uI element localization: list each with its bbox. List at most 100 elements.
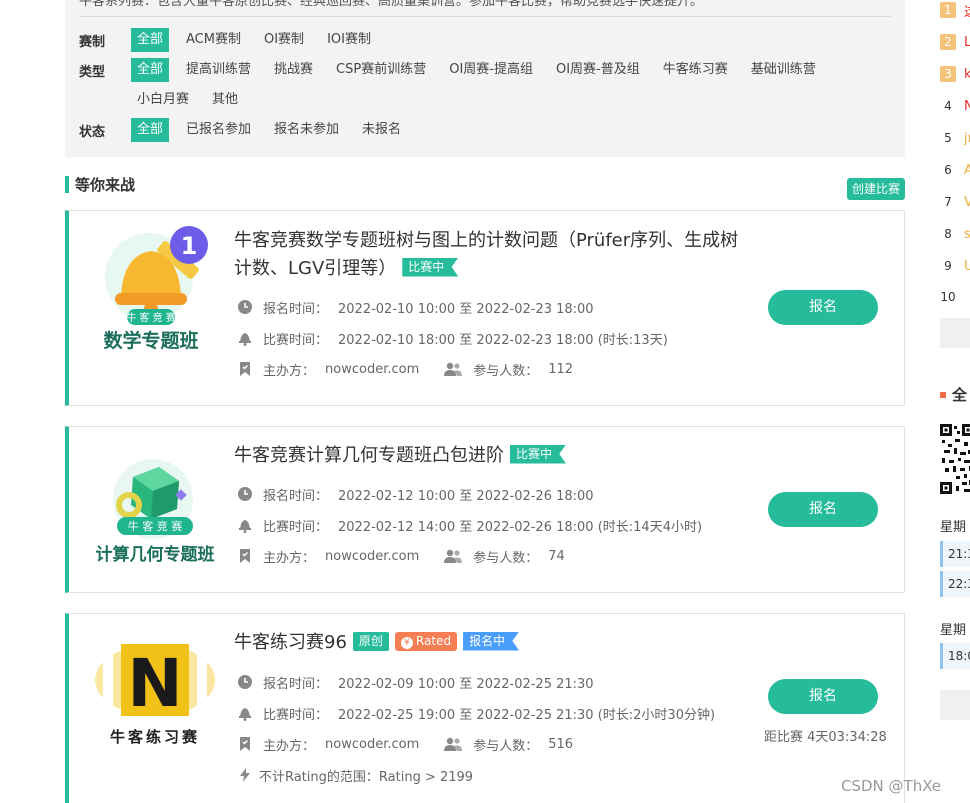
clock-icon bbox=[238, 675, 252, 689]
rank-name[interactable]: s bbox=[964, 227, 970, 242]
view-more-button[interactable] bbox=[940, 318, 970, 348]
contest-title-text[interactable]: 牛客竞赛数学专题班树与图上的计数问题（Prüfer序列、生成树计数、LGV引理等… bbox=[234, 230, 738, 279]
rank-name[interactable]: V bbox=[964, 195, 970, 210]
host-label: 主办方： bbox=[263, 738, 316, 754]
rank-number: 9 bbox=[944, 259, 952, 273]
participants: 参与人数： 112 bbox=[443, 360, 573, 379]
create-contest-button[interactable]: 创建比赛 bbox=[846, 178, 905, 200]
rank-item[interactable]: 3k bbox=[940, 64, 970, 84]
filter-option-oi-weekly-basic[interactable]: OI周赛-普及组 bbox=[550, 58, 646, 82]
filter-option-acm[interactable]: ACM赛制 bbox=[180, 28, 247, 52]
right-sidebar: 1这 2L 3k 4N 5jı 6A 7V 8s 9U 10 全 星期 21:3… bbox=[935, 0, 970, 803]
filter-option-other[interactable]: 其他 bbox=[206, 88, 244, 112]
qr-code-icon bbox=[940, 424, 970, 494]
contest-title[interactable]: 牛客竞赛计算几何专题班凸包进阶 比赛中 bbox=[234, 442, 754, 470]
contest-card: 牛 客 竞 赛 计算几何专题班 牛客竞赛计算几何专题班凸包进阶 比赛中 报名时间：… bbox=[65, 426, 905, 593]
filter-option-registered-joined[interactable]: 已报名参加 bbox=[180, 118, 257, 142]
participants-value: 74 bbox=[548, 548, 565, 564]
filter-option-all[interactable]: 全部 bbox=[131, 28, 170, 52]
filter-option-beginner-monthly[interactable]: 小白月赛 bbox=[131, 88, 195, 112]
filter-option-oi[interactable]: OI赛制 bbox=[258, 28, 310, 52]
filter-intro: 牛客系列赛：包含大量牛客原创比赛、经典巡回赛、高质量集训营。参加牛客比赛，帮助竞… bbox=[79, 0, 891, 17]
rank-item[interactable]: 2L bbox=[940, 32, 970, 52]
register-button[interactable]: 报名 bbox=[768, 290, 878, 325]
host-value[interactable]: nowcoder.com bbox=[325, 737, 419, 752]
rated-badge-label: Rated bbox=[415, 633, 452, 648]
logo-bottom-text: 牛客练习赛 bbox=[110, 728, 200, 746]
section-accent-bar bbox=[65, 176, 69, 193]
schedule-item[interactable]: 21:3 bbox=[940, 541, 970, 567]
rank-item[interactable]: 4N bbox=[940, 96, 970, 116]
rank-name[interactable]: k bbox=[964, 67, 970, 82]
host-value[interactable]: nowcoder.com bbox=[325, 362, 419, 377]
users-icon bbox=[444, 737, 463, 751]
rank-name[interactable]: jı bbox=[964, 131, 970, 146]
participants: 参与人数： 516 bbox=[443, 735, 573, 754]
clock-icon bbox=[238, 487, 252, 501]
filter-option-csp-camp[interactable]: CSP赛前训练营 bbox=[330, 58, 432, 82]
rank-name[interactable]: 这 bbox=[964, 1, 970, 20]
filter-option-all[interactable]: 全部 bbox=[131, 118, 170, 142]
bell-icon: 1 牛 客 竞 赛 数学专题班 bbox=[103, 226, 208, 352]
rank-item[interactable]: 1这 bbox=[940, 0, 970, 20]
register-button[interactable]: 报名 bbox=[768, 492, 878, 527]
rating-range-row: 不计Rating的范围：Rating > 2199 bbox=[237, 765, 473, 785]
rank-item[interactable]: 8s bbox=[940, 224, 970, 244]
participants-value: 112 bbox=[548, 361, 574, 377]
contest-title[interactable]: 牛客练习赛96 原创 ¥ Rated 报名中 bbox=[234, 629, 754, 657]
rank-name[interactable]: U bbox=[964, 259, 970, 274]
contest-time-label: 比赛时间： bbox=[263, 332, 329, 348]
filter-panel: 牛客系列赛：包含大量牛客原创比赛、经典巡回赛、高质量集训营。参加牛客比赛，帮助竞… bbox=[65, 0, 905, 157]
filter-label: 赛制 bbox=[79, 34, 106, 50]
rank-name[interactable]: L bbox=[964, 35, 970, 50]
rank-number: 10 bbox=[940, 290, 956, 304]
contest-title-text[interactable]: 牛客竞赛计算几何专题班凸包进阶 bbox=[234, 445, 504, 466]
rank-item[interactable]: 9U bbox=[940, 256, 970, 276]
rated-badge: ¥ Rated bbox=[394, 631, 458, 651]
participants-label: 参与人数： bbox=[473, 738, 539, 754]
contest-title[interactable]: 牛客竞赛数学专题班树与图上的计数问题（Prüfer序列、生成树计数、LGV引理等… bbox=[234, 227, 754, 283]
filter-row-format: 赛制 全部 ACM赛制 OI赛制 IOI赛制 bbox=[79, 28, 388, 52]
rank-item[interactable]: 5 jı bbox=[940, 128, 970, 148]
contest-time-value: 2022-02-25 19:00 至 2022-02-25 21:30 (时长:… bbox=[338, 707, 716, 723]
rank-number: 8 bbox=[944, 227, 952, 241]
contest-logo-practice[interactable]: N 牛客练习赛 bbox=[93, 640, 217, 770]
rank-name[interactable]: N bbox=[964, 99, 970, 114]
contest-time-row: 比赛时间： 2022-02-12 14:00 至 2022-02-26 18:0… bbox=[237, 515, 702, 535]
logo-bottom-text: 数学专题班 bbox=[103, 329, 198, 352]
rated-yen-icon: ¥ bbox=[400, 636, 413, 649]
filter-option-challenge[interactable]: 挑战赛 bbox=[268, 58, 319, 82]
rank-name[interactable]: A bbox=[964, 163, 970, 178]
schedule-item[interactable]: 22:3 bbox=[940, 571, 970, 597]
contest-logo-math[interactable]: 1 牛 客 竞 赛 数学专题班 bbox=[93, 223, 217, 353]
host-label: 主办方： bbox=[263, 363, 316, 379]
host-label: 主办方： bbox=[263, 550, 316, 566]
filter-option-ioi[interactable]: IOI赛制 bbox=[321, 28, 377, 52]
bookmark-icon bbox=[240, 549, 250, 563]
filter-option-oi-weekly-adv[interactable]: OI周赛-提高组 bbox=[443, 58, 539, 82]
filter-option-advanced-camp[interactable]: 提高训练营 bbox=[180, 58, 257, 82]
filter-option-practice[interactable]: 牛客练习赛 bbox=[657, 58, 734, 82]
signup-time-row: 报名时间： 2022-02-09 10:00 至 2022-02-25 21:3… bbox=[237, 672, 594, 692]
logo-top-text: 牛 客 竞 赛 bbox=[128, 519, 183, 533]
rank-number: 2 bbox=[940, 34, 956, 50]
filter-option-registered-not-joined[interactable]: 报名未参加 bbox=[268, 118, 345, 142]
signup-time-value: 2022-02-10 10:00 至 2022-02-23 18:00 bbox=[338, 301, 594, 317]
logo-top-text: 牛 客 竞 赛 bbox=[126, 311, 176, 324]
filter-option-basic-camp[interactable]: 基础训练营 bbox=[745, 58, 822, 82]
rank-item[interactable]: 6A bbox=[940, 160, 970, 180]
rank-item[interactable]: 7V bbox=[940, 192, 970, 212]
host-value[interactable]: nowcoder.com bbox=[325, 549, 419, 564]
register-button[interactable]: 报名 bbox=[768, 679, 878, 714]
host-row: 主办方： nowcoder.com 参与人数： 516 bbox=[237, 734, 573, 754]
rating-range-text: 不计Rating的范围：Rating > 2199 bbox=[259, 769, 474, 785]
schedule-item[interactable]: 18:0 bbox=[940, 643, 970, 669]
participants-label: 参与人数： bbox=[473, 363, 539, 379]
filter-row-type-more: 小白月赛 其他 bbox=[79, 88, 255, 112]
contest-title-text[interactable]: 牛客练习赛96 bbox=[234, 632, 347, 653]
filter-option-not-registered[interactable]: 未报名 bbox=[356, 118, 407, 142]
rank-item[interactable]: 10 bbox=[940, 287, 964, 307]
filter-option-all[interactable]: 全部 bbox=[131, 58, 170, 82]
contest-logo-geometry[interactable]: 牛 客 竞 赛 计算几何专题班 bbox=[93, 447, 217, 577]
view-more-button[interactable] bbox=[940, 690, 970, 720]
